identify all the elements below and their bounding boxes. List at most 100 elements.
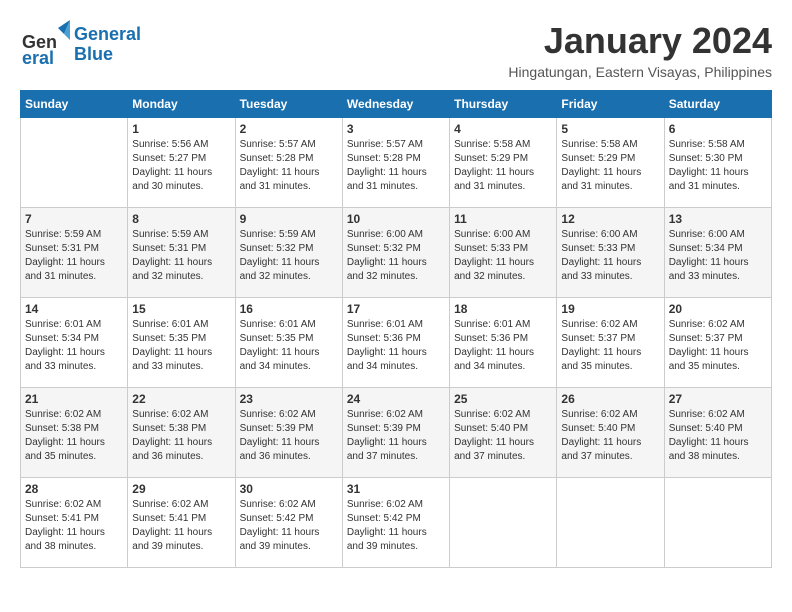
day-info: Sunrise: 6:00 AMSunset: 5:33 PMDaylight:… xyxy=(561,228,659,284)
day-number: 18 xyxy=(454,302,552,316)
day-info: Sunrise: 6:01 AMSunset: 5:35 PMDaylight:… xyxy=(132,318,230,374)
calendar-day-cell: 1 Sunrise: 5:56 AMSunset: 5:27 PMDaylight… xyxy=(128,118,235,208)
day-number: 27 xyxy=(669,392,767,406)
day-number: 26 xyxy=(561,392,659,406)
calendar-day-cell xyxy=(21,118,128,208)
day-info: Sunrise: 5:58 AMSunset: 5:29 PMDaylight:… xyxy=(454,138,552,194)
day-number: 7 xyxy=(25,212,123,226)
day-number: 10 xyxy=(347,212,445,226)
day-info: Sunrise: 6:02 AMSunset: 5:38 PMDaylight:… xyxy=(25,408,123,464)
day-of-week-header: Wednesday xyxy=(342,91,449,118)
location-subtitle: Hingatungan, Eastern Visayas, Philippine… xyxy=(508,64,772,80)
day-info: Sunrise: 6:02 AMSunset: 5:39 PMDaylight:… xyxy=(347,408,445,464)
day-number: 4 xyxy=(454,122,552,136)
page-header: Gen eral General Blue January 2024 Hinga… xyxy=(20,20,772,80)
calendar-day-cell: 5 Sunrise: 5:58 AMSunset: 5:29 PMDaylight… xyxy=(557,118,664,208)
calendar-day-cell: 11 Sunrise: 6:00 AMSunset: 5:33 PMDayligh… xyxy=(450,208,557,298)
calendar-day-cell: 18 Sunrise: 6:01 AMSunset: 5:36 PMDayligh… xyxy=(450,298,557,388)
day-info: Sunrise: 6:00 AMSunset: 5:34 PMDaylight:… xyxy=(669,228,767,284)
day-info: Sunrise: 5:57 AMSunset: 5:28 PMDaylight:… xyxy=(347,138,445,194)
day-info: Sunrise: 6:01 AMSunset: 5:36 PMDaylight:… xyxy=(454,318,552,374)
day-info: Sunrise: 5:56 AMSunset: 5:27 PMDaylight:… xyxy=(132,138,230,194)
day-number: 16 xyxy=(240,302,338,316)
calendar-day-cell: 6 Sunrise: 5:58 AMSunset: 5:30 PMDaylight… xyxy=(664,118,771,208)
calendar-day-cell: 31 Sunrise: 6:02 AMSunset: 5:42 PMDayligh… xyxy=(342,478,449,568)
calendar-day-cell xyxy=(557,478,664,568)
calendar-day-cell: 12Sunrise: 6:00 AMSunset: 5:33 PMDayligh… xyxy=(557,208,664,298)
day-number: 29 xyxy=(132,482,230,496)
calendar-day-cell xyxy=(450,478,557,568)
calendar-day-cell: 14Sunrise: 6:01 AMSunset: 5:34 PMDayligh… xyxy=(21,298,128,388)
calendar-day-cell xyxy=(664,478,771,568)
calendar-day-cell: 24 Sunrise: 6:02 AMSunset: 5:39 PMDayligh… xyxy=(342,388,449,478)
day-info: Sunrise: 6:01 AMSunset: 5:35 PMDaylight:… xyxy=(240,318,338,374)
day-number: 24 xyxy=(347,392,445,406)
day-info: Sunrise: 5:59 AMSunset: 5:32 PMDaylight:… xyxy=(240,228,338,284)
day-info: Sunrise: 6:02 AMSunset: 5:41 PMDaylight:… xyxy=(132,498,230,554)
logo-text: General Blue xyxy=(74,25,141,65)
day-info: Sunrise: 6:02 AMSunset: 5:39 PMDaylight:… xyxy=(240,408,338,464)
day-of-week-header: Tuesday xyxy=(235,91,342,118)
calendar-day-cell: 29 Sunrise: 6:02 AMSunset: 5:41 PMDayligh… xyxy=(128,478,235,568)
day-number: 30 xyxy=(240,482,338,496)
day-number: 6 xyxy=(669,122,767,136)
calendar-day-cell: 27 Sunrise: 6:02 AMSunset: 5:40 PMDayligh… xyxy=(664,388,771,478)
calendar-day-cell: 25Sunrise: 6:02 AMSunset: 5:40 PMDayligh… xyxy=(450,388,557,478)
day-info: Sunrise: 6:00 AMSunset: 5:33 PMDaylight:… xyxy=(454,228,552,284)
day-info: Sunrise: 6:02 AMSunset: 5:42 PMDaylight:… xyxy=(240,498,338,554)
day-of-week-header: Saturday xyxy=(664,91,771,118)
day-number: 21 xyxy=(25,392,123,406)
day-info: Sunrise: 6:02 AMSunset: 5:38 PMDaylight:… xyxy=(132,408,230,464)
calendar-day-cell: 30 Sunrise: 6:02 AMSunset: 5:42 PMDayligh… xyxy=(235,478,342,568)
title-block: January 2024 Hingatungan, Eastern Visaya… xyxy=(508,20,772,80)
day-info: Sunrise: 6:02 AMSunset: 5:42 PMDaylight:… xyxy=(347,498,445,554)
day-number: 19 xyxy=(561,302,659,316)
calendar-day-cell: 3 Sunrise: 5:57 AMSunset: 5:28 PMDaylight… xyxy=(342,118,449,208)
calendar-day-cell: 10 Sunrise: 6:00 AMSunset: 5:32 PMDayligh… xyxy=(342,208,449,298)
month-year-title: January 2024 xyxy=(508,20,772,62)
calendar-week-row: 1 Sunrise: 5:56 AMSunset: 5:27 PMDaylight… xyxy=(21,118,772,208)
day-number: 15 xyxy=(132,302,230,316)
day-of-week-header: Monday xyxy=(128,91,235,118)
calendar-day-cell: 19 Sunrise: 6:02 AMSunset: 5:37 PMDayligh… xyxy=(557,298,664,388)
calendar-day-cell: 16 Sunrise: 6:01 AMSunset: 5:35 PMDayligh… xyxy=(235,298,342,388)
calendar-day-cell: 20Sunrise: 6:02 AMSunset: 5:37 PMDayligh… xyxy=(664,298,771,388)
calendar-day-cell: 7Sunrise: 5:59 AMSunset: 5:31 PMDaylight… xyxy=(21,208,128,298)
calendar-day-cell: 13Sunrise: 6:00 AMSunset: 5:34 PMDayligh… xyxy=(664,208,771,298)
day-number: 11 xyxy=(454,212,552,226)
calendar-day-cell: 2Sunrise: 5:57 AMSunset: 5:28 PMDaylight… xyxy=(235,118,342,208)
day-number: 22 xyxy=(132,392,230,406)
calendar-day-cell: 15 Sunrise: 6:01 AMSunset: 5:35 PMDayligh… xyxy=(128,298,235,388)
calendar-day-cell: 26 Sunrise: 6:02 AMSunset: 5:40 PMDayligh… xyxy=(557,388,664,478)
calendar-day-cell: 17Sunrise: 6:01 AMSunset: 5:36 PMDayligh… xyxy=(342,298,449,388)
day-info: Sunrise: 6:02 AMSunset: 5:37 PMDaylight:… xyxy=(669,318,767,374)
calendar-day-cell: 9 Sunrise: 5:59 AMSunset: 5:32 PMDaylight… xyxy=(235,208,342,298)
day-info: Sunrise: 6:01 AMSunset: 5:34 PMDaylight:… xyxy=(25,318,123,374)
day-number: 28 xyxy=(25,482,123,496)
logo-icon: Gen eral xyxy=(20,20,70,70)
day-of-week-header: Friday xyxy=(557,91,664,118)
day-number: 2 xyxy=(240,122,338,136)
day-of-week-header: Thursday xyxy=(450,91,557,118)
calendar-week-row: 7Sunrise: 5:59 AMSunset: 5:31 PMDaylight… xyxy=(21,208,772,298)
svg-text:eral: eral xyxy=(22,48,54,68)
day-number: 1 xyxy=(132,122,230,136)
day-number: 31 xyxy=(347,482,445,496)
day-number: 23 xyxy=(240,392,338,406)
day-number: 8 xyxy=(132,212,230,226)
calendar-week-row: 21 Sunrise: 6:02 AMSunset: 5:38 PMDayligh… xyxy=(21,388,772,478)
day-info: Sunrise: 5:58 AMSunset: 5:30 PMDaylight:… xyxy=(669,138,767,194)
calendar-day-cell: 4 Sunrise: 5:58 AMSunset: 5:29 PMDaylight… xyxy=(450,118,557,208)
day-info: Sunrise: 6:01 AMSunset: 5:36 PMDaylight:… xyxy=(347,318,445,374)
day-info: Sunrise: 6:02 AMSunset: 5:37 PMDaylight:… xyxy=(561,318,659,374)
day-info: Sunrise: 5:58 AMSunset: 5:29 PMDaylight:… xyxy=(561,138,659,194)
day-info: Sunrise: 6:02 AMSunset: 5:40 PMDaylight:… xyxy=(454,408,552,464)
calendar-day-cell: 22 Sunrise: 6:02 AMSunset: 5:38 PMDayligh… xyxy=(128,388,235,478)
day-info: Sunrise: 6:02 AMSunset: 5:40 PMDaylight:… xyxy=(669,408,767,464)
day-number: 9 xyxy=(240,212,338,226)
day-info: Sunrise: 6:02 AMSunset: 5:40 PMDaylight:… xyxy=(561,408,659,464)
day-info: Sunrise: 6:00 AMSunset: 5:32 PMDaylight:… xyxy=(347,228,445,284)
calendar-day-cell: 28Sunrise: 6:02 AMSunset: 5:41 PMDayligh… xyxy=(21,478,128,568)
day-number: 3 xyxy=(347,122,445,136)
day-number: 5 xyxy=(561,122,659,136)
